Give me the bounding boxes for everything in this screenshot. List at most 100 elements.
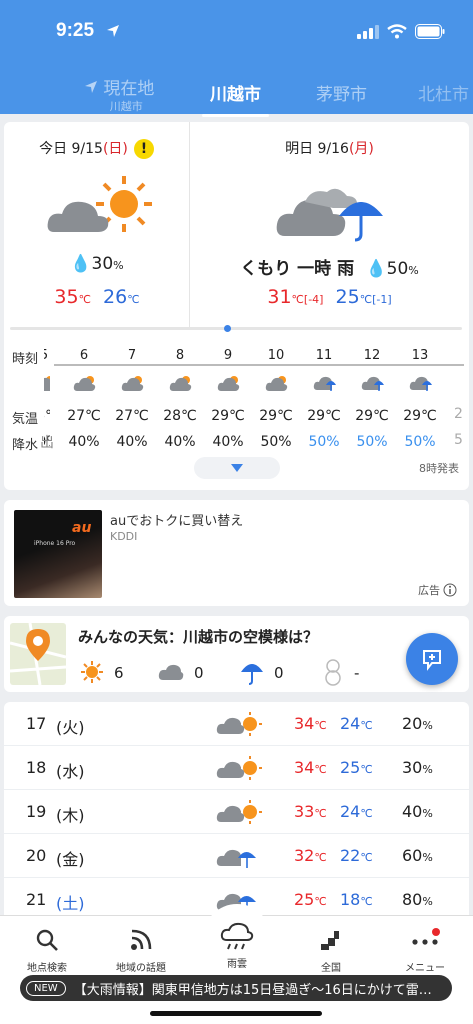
weekly-row[interactable]: 19 (木) 33℃ 24℃ 40% <box>4 790 469 834</box>
weekly-day: 20 <box>26 846 47 865</box>
nav-label: 地点検索 <box>27 963 67 974</box>
weekly-row[interactable]: 17 (火) 34℃ 24℃ 20% <box>4 702 469 746</box>
tab-sublabel: 川越市 <box>109 100 143 113</box>
cloud-sun-icon <box>44 376 50 391</box>
search-icon <box>36 929 58 951</box>
tomorrow-weekday: (月) <box>348 141 374 157</box>
nav-rain-radar[interactable]: 雨雲 <box>192 922 282 970</box>
row-label-time: 時刻 <box>12 352 39 367</box>
weekly-high: 34℃ <box>294 714 327 733</box>
unit: ℃ <box>78 293 91 306</box>
snowman-icon <box>325 659 341 686</box>
today-panel[interactable]: 今日 9/15(日)! 💧30% 35℃ 26℃ <box>4 122 190 328</box>
tomorrow-high: 31 <box>267 286 292 308</box>
weekly-row[interactable]: 18 (水) 34℃ 25℃ 30% <box>4 746 469 790</box>
ad-image[interactable]: au iPhone 16 Pro <box>14 510 102 598</box>
location-arrow-icon <box>85 81 97 93</box>
ad-brand-logo: au <box>72 520 92 536</box>
hour-precip: 40% <box>164 434 196 450</box>
weekly-pop: 30% <box>402 758 433 777</box>
hourly-partial-temp: 2 <box>454 406 463 422</box>
weekly-row[interactable]: 20 (金) 32℃ 22℃ 60% <box>4 834 469 878</box>
hour-temp: 29℃ <box>211 408 245 424</box>
scroll-thumb[interactable] <box>224 325 231 332</box>
battery-icon <box>415 24 445 39</box>
hour-temp: 29℃ <box>259 408 293 424</box>
ad-card[interactable]: au iPhone 16 Pro auでおトクに買い替え KDDI 広告 <box>4 500 469 606</box>
community-title: みんなの天気：川越市の空模様は？ <box>78 628 319 646</box>
weekly-low: 25℃ <box>340 758 373 777</box>
weekly-day: 17 <box>26 714 47 733</box>
raindrop-icon: 💧 <box>70 254 92 274</box>
wifi-icon <box>387 24 407 39</box>
weekly-pop: 60% <box>402 846 433 865</box>
cloudy-icon <box>158 664 184 680</box>
hour-temp: 27℃ <box>115 408 149 424</box>
info-icon[interactable] <box>443 583 457 597</box>
nav-search[interactable]: 地点検索 <box>2 928 92 974</box>
news-ticker[interactable]: NEW 【大雨情報】関東甲信地方は15日昼過ぎ〜16日にかけて雷… <box>20 975 452 1001</box>
ad-phone-name: iPhone 16 Pro <box>34 540 76 547</box>
more-dots-icon <box>412 928 440 945</box>
ticker-text: 【大雨情報】関東甲信地方は15日昼過ぎ〜16日にかけて雷… <box>73 982 432 998</box>
hour-label: 9 <box>223 348 233 363</box>
hourly-partial-precip: 5 <box>454 432 463 448</box>
weekly-day: 18 <box>26 758 47 777</box>
nav-menu[interactable]: メニュー <box>380 928 470 974</box>
cloudy-sunny-icon <box>216 800 262 824</box>
post-weather-button[interactable] <box>406 633 458 685</box>
weekly-day: 21 <box>26 890 47 909</box>
ad-label: 広告 <box>418 584 440 597</box>
expand-button[interactable] <box>194 457 280 479</box>
cloud-rain-icon <box>409 376 432 391</box>
nav-label: 地域の話題 <box>116 963 166 974</box>
tab-chino[interactable]: 茅野市 <box>316 80 367 105</box>
hourly-timeline <box>54 364 464 366</box>
tomorrow-panel[interactable]: 明日 9/16(月) くもり 一時 雨 💧50% 31℃[-4] 25℃[-1] <box>190 122 469 328</box>
cloudy-sunny-icon <box>216 756 262 780</box>
warning-icon[interactable]: ! <box>133 139 154 159</box>
japan-map-icon <box>321 931 339 950</box>
weekly-high: 34℃ <box>294 758 327 777</box>
hour-label: 8 <box>175 348 185 363</box>
low-diff: [-1] <box>372 293 392 306</box>
chevron-down-icon <box>231 464 243 472</box>
hourly-scroll-track[interactable] <box>10 325 462 332</box>
hour-label: 12 <box>363 348 381 363</box>
hour-label: 10 <box>267 348 285 363</box>
rss-feed-icon <box>131 929 152 950</box>
hourly-table[interactable]: 時刻 気温 降水 526℃40%627℃40%727℃40%828℃40%929… <box>4 342 469 453</box>
weekly-weekday: (水) <box>56 762 85 781</box>
unit: ℃ <box>359 293 373 306</box>
weekly-forecast: 17 (火) 34℃ 24℃ 20% 18 (水) 34℃ 25℃ 30% 19 (木) 33℃ 24℃ 4… <box>4 702 469 922</box>
row-label-precip: 降水 <box>12 438 39 453</box>
nav-national[interactable]: 全国 <box>286 928 376 974</box>
tomorrow-low: 25 <box>335 286 360 308</box>
hour-label: 11 <box>315 348 333 363</box>
ad-title[interactable]: auでおトクに買い替え <box>110 510 243 529</box>
community-card[interactable]: みんなの天気：川越市の空模様は？ 6 0 0 - <box>4 616 469 692</box>
header: 9:25 現在地 川越市 川越市 茅野市 北杜市 <box>0 0 473 117</box>
hour-precip: 50% <box>404 434 436 450</box>
unit: ℃ <box>291 293 304 306</box>
weekly-weekday: (金) <box>56 850 85 869</box>
cloudy-rain-icon <box>216 849 256 868</box>
weekly-pop: 20% <box>402 714 433 733</box>
weekly-low: 22℃ <box>340 846 373 865</box>
tab-current-location[interactable]: 現在地 川越市 <box>84 74 154 114</box>
weekly-high: 32℃ <box>294 846 327 865</box>
rain-count: 0 <box>274 664 284 682</box>
sunny-icon <box>81 661 103 683</box>
hour-label: 6 <box>79 348 89 363</box>
hour-precip: 50% <box>260 434 292 450</box>
nav-label: 全国 <box>321 963 341 974</box>
cloud-sun-icon <box>217 376 240 391</box>
tab-hokuto[interactable]: 北杜市 <box>418 80 469 105</box>
tomorrow-description: くもり 一時 雨 <box>240 259 355 279</box>
weekly-weekday: (火) <box>56 718 85 737</box>
nav-local-topics[interactable]: 地域の話題 <box>96 928 186 974</box>
weekly-pop: 80% <box>402 890 433 909</box>
cloud-sun-icon <box>73 376 96 391</box>
tab-kawagoe[interactable]: 川越市 <box>202 80 269 117</box>
tomorrow-date: 明日 9/16 <box>285 141 349 157</box>
